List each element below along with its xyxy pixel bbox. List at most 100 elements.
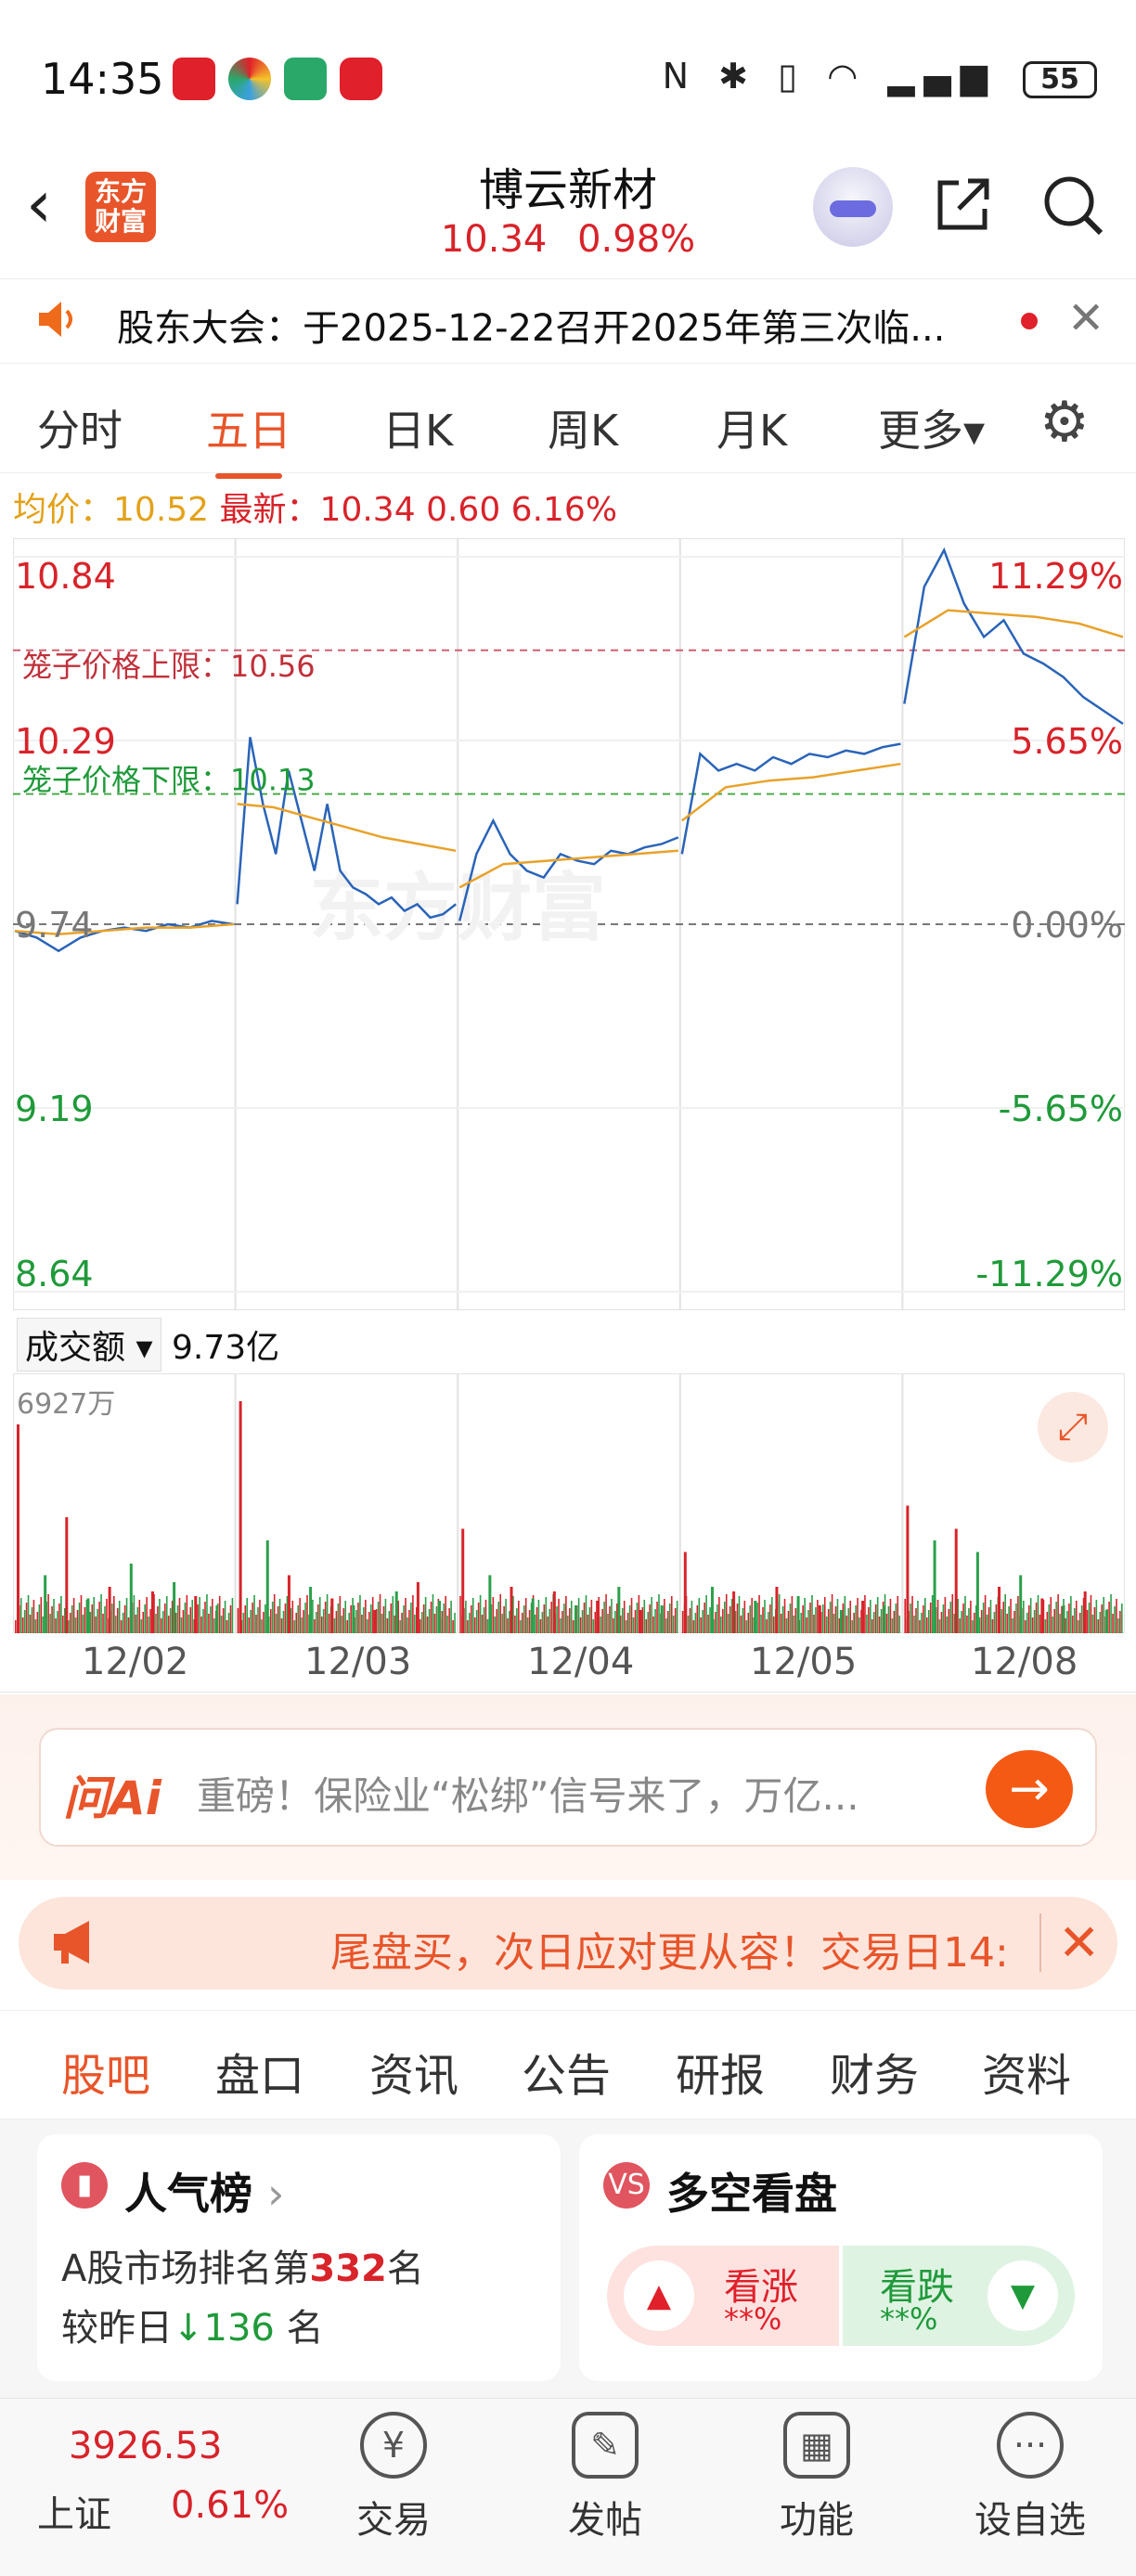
tab-news[interactable]: 资讯 [369, 2039, 458, 2104]
volume-bar [895, 1604, 897, 1633]
tab-week-k[interactable]: 周K [548, 397, 618, 458]
volume-bar [104, 1606, 106, 1633]
ai-robot-avatar[interactable] [813, 167, 893, 247]
volume-bar [583, 1603, 586, 1633]
gear-icon[interactable]: ⚙ [1039, 390, 1090, 455]
volume-bar [306, 1595, 308, 1633]
bull-vote-button[interactable]: ▲ 看涨 **% [607, 2246, 839, 2346]
status-time: 14:35 [41, 54, 164, 104]
volume-spike [173, 1582, 176, 1633]
search-icon[interactable] [1036, 172, 1110, 246]
volume-bar [471, 1598, 474, 1633]
nav-trade[interactable]: ¥ 交易 [310, 2412, 477, 2544]
nav-add-watchlist[interactable]: ··· 设自选 [947, 2412, 1114, 2544]
volume-bar [647, 1612, 650, 1633]
volume-bar [1119, 1611, 1121, 1633]
sentiment-card[interactable]: VS 多空看盘 ▲ 看涨 **% 看跌 **% ▼ [579, 2134, 1103, 2381]
volume-bar [982, 1603, 985, 1633]
volume-bar [381, 1614, 383, 1633]
volume-spike [1040, 1598, 1044, 1633]
volume-bar [516, 1608, 518, 1633]
promo-banner[interactable]: 尾盘买，次日应对更从容！交易日14: ✕ [19, 1897, 1117, 1990]
volume-bar [133, 1595, 136, 1633]
index-name[interactable]: 上证 [37, 2484, 111, 2538]
tab-profile[interactable]: 资料 [982, 2039, 1071, 2104]
volume-bar [621, 1608, 624, 1633]
tab-month-k[interactable]: 月K [716, 397, 787, 458]
volume-bar [720, 1616, 722, 1633]
expand-icon[interactable]: ⤢ [1038, 1392, 1108, 1462]
tab-more[interactable]: 更多▾ [878, 397, 985, 458]
volume-bar [15, 1620, 17, 1633]
nav-functions[interactable]: ▦ 功能 [733, 2412, 900, 2544]
volume-type-select[interactable]: 成交额 ▾ [17, 1318, 161, 1372]
volume-frame [13, 1373, 1125, 1633]
close-icon[interactable]: ✕ [1067, 292, 1104, 344]
close-icon[interactable]: ✕ [1039, 1913, 1100, 1972]
volume-bar [363, 1607, 365, 1633]
volume-bar [736, 1604, 739, 1633]
tab-day-k[interactable]: 日K [382, 397, 453, 458]
volume-bar [851, 1620, 853, 1633]
five-day-price-chart[interactable]: 东方财富 10.84 11.29% 10.29 5.65% 9.74 0.00% 9.19 -5… [13, 538, 1125, 1310]
volume-bar [562, 1611, 563, 1633]
volume-bar [913, 1616, 915, 1633]
volume-bar [1035, 1603, 1038, 1633]
volume-bar [261, 1619, 263, 1633]
tab-pankou[interactable]: 盘口 [215, 2039, 304, 2104]
bear-vote-button[interactable]: 看跌 **% ▼ [843, 2246, 1075, 2346]
volume-bar [721, 1609, 724, 1633]
volume-bar [335, 1611, 338, 1633]
volume-bar [995, 1604, 998, 1633]
tab-research[interactable]: 研报 [676, 2039, 765, 2104]
volume-bar [424, 1597, 427, 1633]
volume-bar [872, 1612, 875, 1633]
volume-bar [676, 1601, 678, 1633]
volume-bar [465, 1601, 467, 1633]
volume-bar [459, 1596, 461, 1633]
tab-guba[interactable]: 股吧 [61, 2039, 150, 2128]
volume-bar [1008, 1606, 1010, 1633]
volume-spike [531, 1598, 535, 1633]
volume-bar [144, 1604, 146, 1633]
index-change[interactable]: 0.61% [171, 2484, 289, 2527]
volume-bar [889, 1599, 892, 1633]
ai-question-box[interactable]: 问Ai 重磅！保险业“松绑”信号来了，万亿... → [39, 1728, 1097, 1847]
tab-minute[interactable]: 分时 [37, 397, 123, 458]
volume-bar [1114, 1606, 1116, 1633]
volume-spike [775, 1587, 779, 1633]
volume-bar [220, 1616, 223, 1633]
arrow-right-icon[interactable]: → [986, 1750, 1073, 1828]
popularity-title: 人气榜 › [124, 2169, 285, 2219]
volume-bar [725, 1594, 728, 1633]
volume-bar [778, 1594, 781, 1633]
volume-bar [448, 1608, 450, 1633]
volume-bar [887, 1606, 890, 1633]
volume-bar [78, 1603, 81, 1633]
share-icon[interactable] [926, 172, 1000, 246]
volume-bar [405, 1598, 407, 1633]
notice-bar[interactable]: 股东大会：于2025-12-22召开2025年第三次临... ✕ [0, 278, 1136, 364]
volume-bar [1055, 1602, 1057, 1633]
volume-bar [312, 1600, 314, 1633]
volume-bar [1048, 1604, 1051, 1633]
volume-bar [1039, 1615, 1041, 1633]
volume-bar [949, 1602, 952, 1633]
volume-bar [541, 1612, 544, 1633]
tab-announcements[interactable]: 公告 [522, 2039, 611, 2104]
tab-five-day[interactable]: 五日 [206, 397, 291, 479]
volume-bar [213, 1618, 215, 1633]
nav-post[interactable]: ✎ 发帖 [522, 2412, 689, 2544]
index-value[interactable]: 3926.53 [69, 2425, 222, 2467]
volume-bar [919, 1620, 921, 1633]
volume-bar [929, 1603, 932, 1633]
volume-bar [507, 1618, 509, 1633]
popularity-card[interactable]: ▮ 人气榜 › A股市场排名第332名 较昨日↓136 名 [37, 2134, 561, 2381]
stock-price: 10.34 [440, 218, 548, 261]
volume-chart[interactable] [13, 1373, 1125, 1633]
volume-bar [114, 1616, 117, 1633]
volume-bar [162, 1611, 164, 1633]
volume-bar [206, 1594, 208, 1633]
tab-finance[interactable]: 财务 [830, 2039, 919, 2104]
volume-bar [275, 1614, 278, 1633]
